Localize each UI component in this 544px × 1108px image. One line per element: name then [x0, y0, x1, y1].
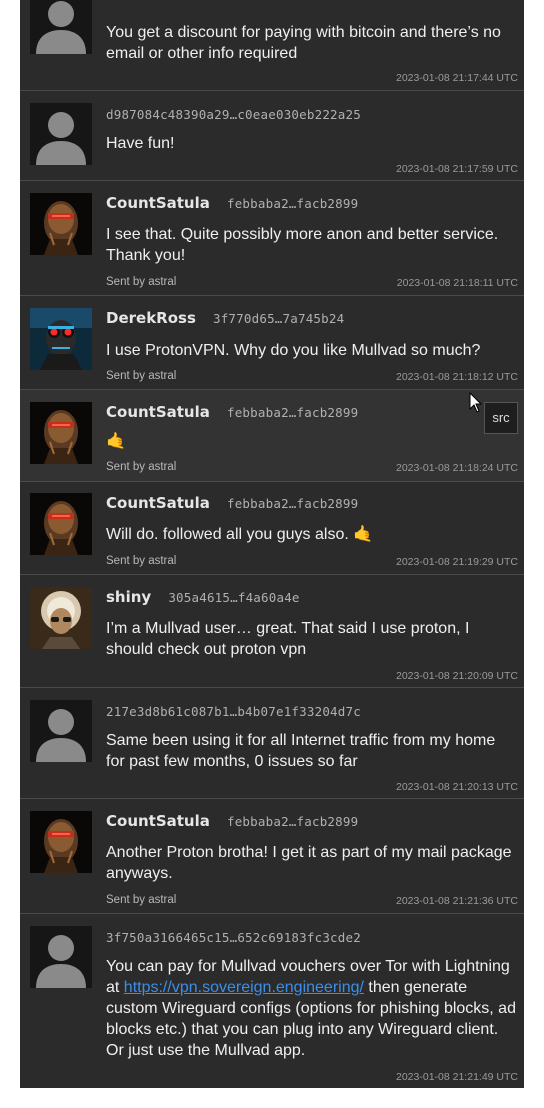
message-text: You get a discount for paying with bitco… [106, 24, 501, 62]
avatar[interactable] [30, 587, 92, 649]
countsatula-avatar-icon [30, 493, 92, 555]
sent-by-label: Sent by astral [106, 370, 177, 382]
message-header: CountSatula febbaba2…facb2899 [106, 493, 358, 513]
sent-by-label: Sent by astral [106, 555, 177, 567]
message-item: 217e3d8b61c087b1…b4b07e1f33204d7c Same b… [20, 688, 524, 799]
message-text: I’m a Mullvad user… great. That said I u… [106, 620, 470, 658]
author-pubkey[interactable]: 305a4615…f4a60a4e [168, 590, 299, 605]
author-name[interactable]: CountSatula [106, 494, 210, 512]
avatar[interactable] [30, 926, 92, 988]
message-item: You get a discount for paying with bitco… [20, 0, 524, 91]
default-avatar-icon [30, 0, 92, 54]
avatar[interactable] [30, 700, 92, 762]
message-header: CountSatula febbaba2…facb2899 [106, 811, 358, 831]
default-avatar-icon [30, 103, 92, 165]
avatar[interactable] [30, 308, 92, 370]
message-text: I use ProtonVPN. Why do you like Mullvad… [106, 342, 481, 359]
avatar[interactable] [30, 103, 92, 165]
message-timestamp: 2023-01-08 21:17:59 UTC [396, 163, 518, 175]
author-name[interactable]: CountSatula [106, 812, 210, 830]
avatar[interactable] [30, 811, 92, 873]
message-timestamp: 2023-01-08 21:21:49 UTC [396, 1071, 518, 1083]
author-pubkey[interactable]: d987084c48390a29…c0eae030eb222a25 [106, 107, 361, 122]
message-text: Have fun! [106, 135, 175, 152]
message-timestamp: 2023-01-08 21:21:36 UTC [396, 895, 518, 907]
shiny-avatar-icon [30, 587, 92, 649]
message-timestamp: 2023-01-08 21:20:09 UTC [396, 670, 518, 682]
message-timestamp: 2023-01-08 21:18:11 UTC [396, 277, 518, 289]
message-text: 🤙 [106, 433, 126, 450]
avatar[interactable] [30, 0, 92, 54]
message-item: 3f750a3166465c15…652c69183fc3cde2 You ca… [20, 914, 524, 1088]
countsatula-avatar-icon [30, 811, 92, 873]
author-pubkey[interactable]: 3f750a3166465c15…652c69183fc3cde2 [106, 930, 361, 945]
author-name[interactable]: CountSatula [106, 403, 210, 421]
author-pubkey[interactable]: 3f770d65…7a745b24 [213, 311, 344, 326]
author-pubkey[interactable]: febbaba2…facb2899 [227, 196, 358, 211]
message-header: 3f750a3166465c15…652c69183fc3cde2 [106, 927, 361, 947]
avatar[interactable] [30, 193, 92, 255]
message-header: CountSatula febbaba2…facb2899 [106, 193, 358, 213]
message-timestamp: 2023-01-08 21:19:29 UTC [396, 556, 518, 568]
message-item: CountSatula febbaba2…facb2899 Another Pr… [20, 799, 524, 914]
message-header: d987084c48390a29…c0eae030eb222a25 [106, 104, 361, 124]
src-tooltip[interactable]: src [484, 402, 518, 434]
author-pubkey[interactable]: febbaba2…facb2899 [227, 814, 358, 829]
default-avatar-icon [30, 926, 92, 988]
message-text: I see that. Quite possibly more anon and… [106, 226, 499, 264]
message-text: Another Proton brotha! I get it as part … [106, 844, 512, 882]
message-timestamp: 2023-01-08 21:17:44 UTC [396, 72, 518, 84]
message-header: shiny 305a4615…f4a60a4e [106, 587, 300, 607]
sent-by-label: Sent by astral [106, 461, 177, 473]
countsatula-avatar-icon [30, 193, 92, 255]
message-item: DerekRoss 3f770d65…7a745b24 I use Proton… [20, 296, 524, 390]
countsatula-avatar-icon [30, 402, 92, 464]
message-feed: You get a discount for paying with bitco… [20, 0, 524, 1088]
author-pubkey[interactable]: 217e3d8b61c087b1…b4b07e1f33204d7c [106, 704, 361, 719]
message-link[interactable]: https://vpn.sovereign.engineering/ [124, 979, 364, 996]
author-name[interactable]: CountSatula [106, 194, 210, 212]
message-text: You can pay for Mullvad vouchers over To… [106, 956, 518, 1061]
author-pubkey[interactable]: febbaba2…facb2899 [227, 405, 358, 420]
message-item: CountSatula febbaba2…facb2899 🤙 Sent by … [20, 390, 524, 482]
message-timestamp: 2023-01-08 21:18:12 UTC [396, 371, 518, 383]
message-header: CountSatula febbaba2…facb2899 [106, 402, 358, 422]
message-text: Will do. followed all you guys also. 🤙 [106, 526, 374, 543]
message-text: Same been using it for all Internet traf… [106, 732, 496, 770]
message-item: CountSatula febbaba2…facb2899 I see that… [20, 181, 524, 296]
default-avatar-icon [30, 700, 92, 762]
sent-by-label: Sent by astral [106, 894, 177, 906]
author-name[interactable]: shiny [106, 588, 151, 606]
message-timestamp: 2023-01-08 21:20:13 UTC [396, 781, 518, 793]
derekross-avatar-icon [30, 308, 92, 370]
mouse-cursor-icon [469, 392, 483, 413]
avatar[interactable] [30, 493, 92, 555]
message-header: DerekRoss 3f770d65…7a745b24 [106, 308, 344, 328]
message-header: 217e3d8b61c087b1…b4b07e1f33204d7c [106, 701, 361, 721]
author-name[interactable]: DerekRoss [106, 309, 196, 327]
message-item: shiny 305a4615…f4a60a4e I’m a Mullvad us… [20, 575, 524, 688]
author-pubkey[interactable]: febbaba2…facb2899 [227, 496, 358, 511]
message-item: CountSatula febbaba2…facb2899 Will do. f… [20, 482, 524, 575]
sent-by-label: Sent by astral [106, 276, 177, 288]
avatar[interactable] [30, 402, 92, 464]
message-item: d987084c48390a29…c0eae030eb222a25 Have f… [20, 90, 524, 181]
message-timestamp: 2023-01-08 21:18:24 UTC [396, 462, 518, 474]
